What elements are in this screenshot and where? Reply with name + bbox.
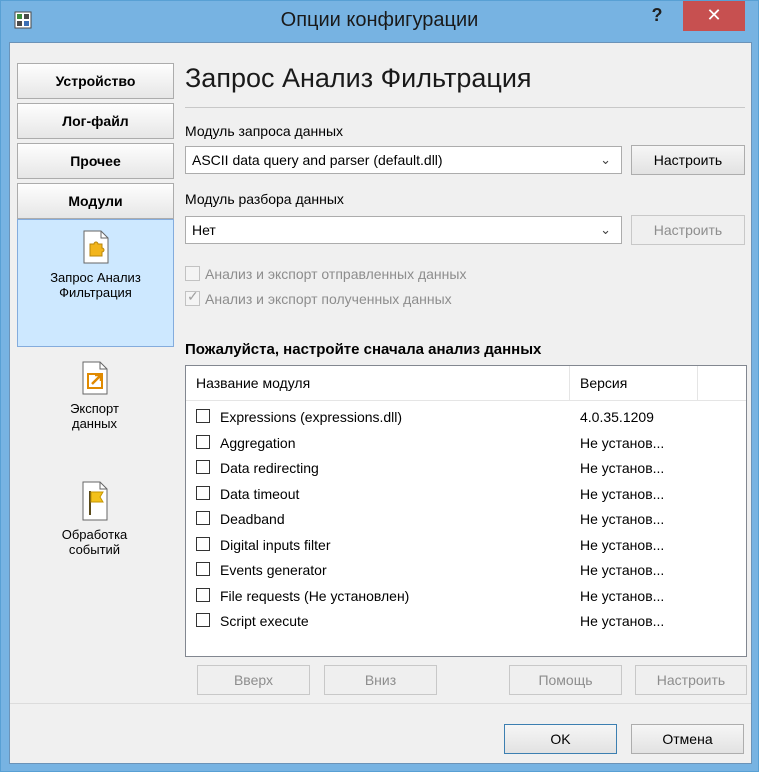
parse-module-label: Модуль разбора данных xyxy=(185,191,344,207)
sidebar-button-device[interactable]: Устройство xyxy=(17,63,174,99)
cancel-button[interactable]: Отмена xyxy=(631,724,744,754)
close-button[interactable]: ✕ xyxy=(683,1,745,31)
module-version: Не установ... xyxy=(580,613,665,629)
sidebar-button-logfile[interactable]: Лог-файл xyxy=(17,103,174,139)
module-version: Не установ... xyxy=(580,511,665,527)
dialog-client: Устройство Лог-файл Прочее Модули Запрос… xyxy=(9,42,752,764)
query-module-label: Модуль запроса данных xyxy=(185,123,344,139)
module-version: Не установ... xyxy=(580,536,665,553)
sidebar-button-modules[interactable]: Модули xyxy=(17,183,174,219)
sidebar-item-label: данных xyxy=(71,416,118,431)
module-checkbox[interactable] xyxy=(196,460,210,474)
sidebar-item-label: Фильтрация xyxy=(59,285,132,300)
module-name: Digital inputs filter xyxy=(220,536,331,553)
parse-module-value: Нет xyxy=(192,222,216,238)
module-name: Deadband xyxy=(220,511,285,527)
parse-module-select[interactable]: Нет ⌄ xyxy=(185,216,622,244)
dialog-window: Опции конфигурации ? ✕ Устройство Лог-фа… xyxy=(0,0,759,772)
module-version: Не установ... xyxy=(580,562,665,578)
received-data-checkbox[interactable] xyxy=(185,288,200,306)
sidebar-item-label: Обработка xyxy=(61,527,128,542)
module-name: Data redirecting xyxy=(220,460,319,476)
puzzle-icon xyxy=(83,230,108,264)
page-title: Запрос Анализ Фильтрация xyxy=(185,63,532,93)
help-button[interactable]: ? xyxy=(639,3,675,29)
module-name: Script execute xyxy=(220,613,309,629)
list-item[interactable]: Deadband Не установ... xyxy=(186,506,746,532)
query-module-value: ASCII data query and parser (default.dll… xyxy=(192,152,443,168)
list-item[interactable]: Script execute Не установ... xyxy=(186,608,746,634)
module-checkbox[interactable] xyxy=(196,613,210,627)
ok-button[interactable]: OK xyxy=(504,724,617,754)
received-data-label: Анализ и экспорт полученных данных xyxy=(205,291,452,307)
list-item[interactable]: Data redirecting Не установ... xyxy=(186,455,746,481)
module-name: Aggregation xyxy=(220,434,296,451)
title-bar[interactable]: Опции конфигурации ? ✕ xyxy=(1,1,758,42)
column-header-name[interactable]: Название модуля xyxy=(186,366,570,400)
sent-data-checkbox[interactable] xyxy=(185,266,200,281)
module-name: File requests (Не установлен) xyxy=(220,587,410,604)
flag-icon xyxy=(82,481,107,521)
move-down-button[interactable]: Вниз xyxy=(324,665,437,695)
sent-data-checkbox-row[interactable]: Анализ и экспорт отправленных данных xyxy=(185,266,466,282)
sidebar-item-query-analysis[interactable]: Запрос Анализ Фильтрация xyxy=(17,219,174,347)
module-checkbox[interactable] xyxy=(196,562,210,576)
module-name: Events generator xyxy=(220,562,327,578)
help-module-button[interactable]: Помощь xyxy=(509,665,622,695)
divider xyxy=(185,107,745,108)
module-checkbox[interactable] xyxy=(196,409,210,423)
module-checkbox[interactable] xyxy=(196,511,210,525)
module-version: Не установ... xyxy=(580,434,665,451)
list-item[interactable]: Digital inputs filter Не установ... xyxy=(186,532,746,558)
move-up-button[interactable]: Вверх xyxy=(197,665,310,695)
chevron-down-icon: ⌄ xyxy=(600,222,611,237)
list-item[interactable]: Events generator Не установ... xyxy=(186,557,746,583)
export-icon xyxy=(82,361,107,395)
received-data-checkbox-row[interactable]: Анализ и экспорт полученных данных xyxy=(185,288,452,307)
query-configure-button[interactable]: Настроить xyxy=(631,145,745,175)
list-item[interactable]: Expressions (expressions.dll) 4.0.35.1209 xyxy=(186,404,746,430)
chevron-down-icon: ⌄ xyxy=(600,152,611,167)
module-name: Expressions (expressions.dll) xyxy=(220,409,403,425)
query-module-select[interactable]: ASCII data query and parser (default.dll… xyxy=(185,146,622,174)
sidebar-button-other[interactable]: Прочее xyxy=(17,143,174,179)
dialog-footer: OK Отмена xyxy=(10,703,751,764)
list-item[interactable]: Aggregation Не установ... xyxy=(186,430,746,456)
list-item[interactable]: Data timeout Не установ... xyxy=(186,481,746,507)
module-version: Не установ... xyxy=(580,460,665,476)
module-version: 4.0.35.1209 xyxy=(580,409,654,425)
module-checkbox[interactable] xyxy=(196,587,210,602)
module-version: Не установ... xyxy=(580,587,665,604)
module-configure-button[interactable]: Настроить xyxy=(635,665,747,695)
sidebar-item-label: Запрос Анализ xyxy=(50,270,141,285)
sent-data-label: Анализ и экспорт отправленных данных xyxy=(205,266,467,282)
module-checkbox[interactable] xyxy=(196,536,210,551)
list-header: Название модуля Версия xyxy=(186,366,746,401)
module-checkbox[interactable] xyxy=(196,485,210,500)
list-item[interactable]: File requests (Не установлен) Не установ.… xyxy=(186,583,746,609)
parse-configure-button[interactable]: Настроить xyxy=(631,215,745,245)
module-name: Data timeout xyxy=(220,485,300,502)
column-header-version[interactable]: Версия xyxy=(570,366,698,400)
module-checkbox[interactable] xyxy=(196,434,210,449)
notice-label: Пожалуйста, настройте сначала анализ дан… xyxy=(185,341,542,358)
sidebar-item-label: событий xyxy=(68,542,121,557)
modules-list[interactable]: Название модуля Версия Expressions (expr… xyxy=(185,365,747,657)
sidebar-item-export[interactable]: Экспорт данных xyxy=(17,353,172,463)
sidebar-item-events[interactable]: Обработка событий xyxy=(17,473,172,593)
module-version: Не установ... xyxy=(580,485,665,502)
sidebar-item-label: Экспорт xyxy=(70,401,119,416)
